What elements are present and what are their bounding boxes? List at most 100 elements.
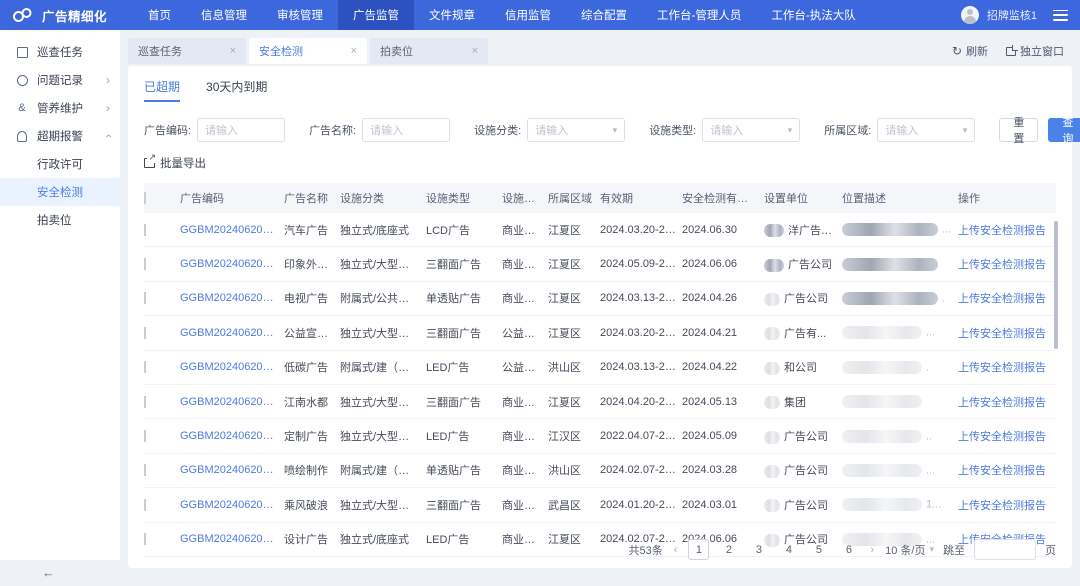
row-checkbox[interactable] bbox=[144, 327, 146, 339]
upload-report-link[interactable]: 上传安全检测报告 bbox=[958, 462, 1056, 478]
tab-2[interactable]: 拍卖位 bbox=[370, 38, 488, 64]
back-arrow-icon[interactable] bbox=[42, 565, 55, 580]
nav-item-1[interactable]: 信息管理 bbox=[186, 0, 262, 30]
row-checkbox[interactable] bbox=[144, 224, 146, 236]
col-code: 广告编码 bbox=[180, 190, 284, 206]
sidebar-item-2[interactable]: 管养维护 bbox=[0, 94, 120, 122]
brand: 广告精细化 bbox=[12, 6, 107, 25]
cell-code[interactable]: GGBM202406200003 bbox=[180, 533, 284, 545]
tab-close-icon[interactable] bbox=[351, 45, 357, 57]
page-button-3[interactable]: 4 bbox=[778, 539, 799, 560]
cell-name: 低碳广告 bbox=[284, 359, 340, 375]
table-scrollbar[interactable] bbox=[1054, 221, 1058, 349]
next-page-icon[interactable] bbox=[868, 544, 876, 556]
independent-window-button[interactable]: 独立窗口 bbox=[1006, 43, 1064, 59]
tab-label: 拍卖位 bbox=[380, 43, 413, 59]
cell-code[interactable]: GGBM202406200013 bbox=[180, 292, 284, 304]
table-header-row: 广告编码 广告名称 设施分类 设施类型 设施性质 所属区域 有效期 安全检测有效… bbox=[144, 183, 1056, 213]
user-avatar[interactable] bbox=[961, 6, 979, 24]
row-checkbox[interactable] bbox=[144, 499, 146, 511]
cell-facility-type: LED广告 bbox=[426, 531, 502, 547]
tab-0[interactable]: 巡查任务 bbox=[128, 38, 246, 64]
prev-page-icon[interactable] bbox=[672, 544, 680, 556]
cell-code[interactable]: GGBM202406200007 bbox=[180, 430, 284, 442]
filter-input-0[interactable]: 请输入 bbox=[197, 118, 285, 142]
nav-item-4[interactable]: 文件规章 bbox=[414, 0, 490, 30]
sidebar-item-5[interactable]: 安全检测 bbox=[0, 178, 120, 206]
row-checkbox[interactable] bbox=[144, 430, 146, 442]
upload-report-link[interactable]: 上传安全检测报告 bbox=[958, 394, 1056, 410]
nav-item-8[interactable]: 工作台-执法大队 bbox=[756, 0, 870, 30]
cell-facility-type: LCD广告 bbox=[426, 222, 502, 238]
subtab-1[interactable]: 30天内到期 bbox=[206, 78, 267, 102]
filter-input-2[interactable]: 请输入 bbox=[527, 118, 625, 142]
upload-report-link[interactable]: 上传安全检测报告 bbox=[958, 428, 1056, 444]
cell-code[interactable]: GGBM202406200006 bbox=[180, 464, 284, 476]
filter-field-1: 广告名称: 请输入 bbox=[309, 118, 450, 142]
upload-report-link[interactable]: 上传安全检测报告 bbox=[958, 290, 1056, 306]
nav-item-3[interactable]: 广告监管 bbox=[338, 0, 414, 30]
page-button-0[interactable]: 1 bbox=[688, 539, 709, 560]
row-checkbox[interactable] bbox=[144, 533, 146, 545]
filter-input-3[interactable]: 请输入 bbox=[702, 118, 800, 142]
filter-placeholder: 请输入 bbox=[710, 122, 743, 138]
upload-report-link[interactable]: 上传安全检测报告 bbox=[958, 497, 1056, 513]
cell-code[interactable]: GGBM202406200008 bbox=[180, 396, 284, 408]
page-button-5[interactable]: 6 bbox=[838, 539, 859, 560]
query-button[interactable]: 查询 bbox=[1048, 118, 1080, 142]
cell-validity: 2024.03.20-202... bbox=[600, 327, 682, 339]
page-button-2[interactable]: 3 bbox=[748, 539, 769, 560]
nav-item-0[interactable]: 首页 bbox=[133, 0, 186, 30]
total-count: 共53条 bbox=[629, 542, 663, 558]
page-button-4[interactable]: 5 bbox=[808, 539, 829, 560]
row-checkbox[interactable] bbox=[144, 258, 146, 270]
upload-report-link[interactable]: 上传安全检测报告 bbox=[958, 325, 1056, 341]
cell-location-description: ... bbox=[842, 464, 958, 477]
menu-list-icon[interactable] bbox=[1053, 10, 1068, 21]
filter-input-4[interactable]: 请输入 bbox=[877, 118, 975, 142]
select-all-checkbox[interactable] bbox=[144, 192, 146, 204]
batch-export-button[interactable]: 批量导出 bbox=[144, 155, 206, 171]
row-checkbox[interactable] bbox=[144, 396, 146, 408]
row-checkbox[interactable] bbox=[144, 464, 146, 476]
cell-code[interactable]: GGBM202406200004 bbox=[180, 499, 284, 511]
cell-name: 印象外滩... bbox=[284, 256, 340, 272]
reset-button[interactable]: 重置 bbox=[999, 118, 1038, 142]
upload-report-link[interactable]: 上传安全检测报告 bbox=[958, 222, 1056, 238]
sidebar-item-0[interactable]: 巡查任务 bbox=[0, 38, 120, 66]
refresh-button[interactable]: 刷新 bbox=[952, 43, 988, 59]
cell-code[interactable]: GGBM202406200012 bbox=[180, 327, 284, 339]
cell-safety-until: 2024.06.06 bbox=[682, 258, 764, 270]
jump-page-input[interactable] bbox=[974, 539, 1036, 560]
page-button-1[interactable]: 2 bbox=[718, 539, 739, 560]
subtab-0[interactable]: 已超期 bbox=[144, 78, 180, 102]
nav-item-6[interactable]: 综合配置 bbox=[566, 0, 642, 30]
nav-item-7[interactable]: 工作台-管理人员 bbox=[642, 0, 756, 30]
cell-code[interactable]: GGBM202406200016 bbox=[180, 224, 284, 236]
filter-field-3: 设施类型: 请输入 bbox=[649, 118, 800, 142]
upload-report-link[interactable]: 上传安全检测报告 bbox=[958, 256, 1056, 272]
upload-report-link[interactable]: 上传安全检测报告 bbox=[958, 359, 1056, 375]
row-checkbox[interactable] bbox=[144, 292, 146, 304]
tab-close-icon[interactable] bbox=[230, 45, 236, 57]
sidebar-item-4[interactable]: 行政许可 bbox=[0, 150, 120, 178]
redacted-blob bbox=[764, 327, 780, 340]
cell-unit: 广告有... bbox=[764, 325, 842, 341]
cell-facility-class: 独立式/大型高立柱 bbox=[340, 428, 426, 444]
tab-1[interactable]: 安全检测 bbox=[249, 38, 367, 64]
row-checkbox[interactable] bbox=[144, 361, 146, 373]
tab-close-icon[interactable] bbox=[472, 45, 478, 57]
page-size-select[interactable]: 10 条/页 bbox=[885, 542, 934, 558]
sidebar-item-3[interactable]: 超期报警 bbox=[0, 122, 120, 150]
redacted-blob bbox=[842, 258, 938, 271]
nav-item-2[interactable]: 审核管理 bbox=[262, 0, 338, 30]
table-row: GGBM202406200006 喷绘制作 附属式/建（构）... 单透贴广告 … bbox=[144, 454, 1056, 488]
cell-code[interactable]: GGBM202406200009 bbox=[180, 361, 284, 373]
cell-safety-until: 2024.04.21 bbox=[682, 327, 764, 339]
filter-label: 广告名称: bbox=[309, 122, 356, 138]
filter-input-1[interactable]: 请输入 bbox=[362, 118, 450, 142]
sidebar-item-6[interactable]: 拍卖位 bbox=[0, 206, 120, 234]
sidebar-item-1[interactable]: 问题记录 bbox=[0, 66, 120, 94]
cell-code[interactable]: GGBM202406200015 bbox=[180, 258, 284, 270]
nav-item-5[interactable]: 信用监管 bbox=[490, 0, 566, 30]
